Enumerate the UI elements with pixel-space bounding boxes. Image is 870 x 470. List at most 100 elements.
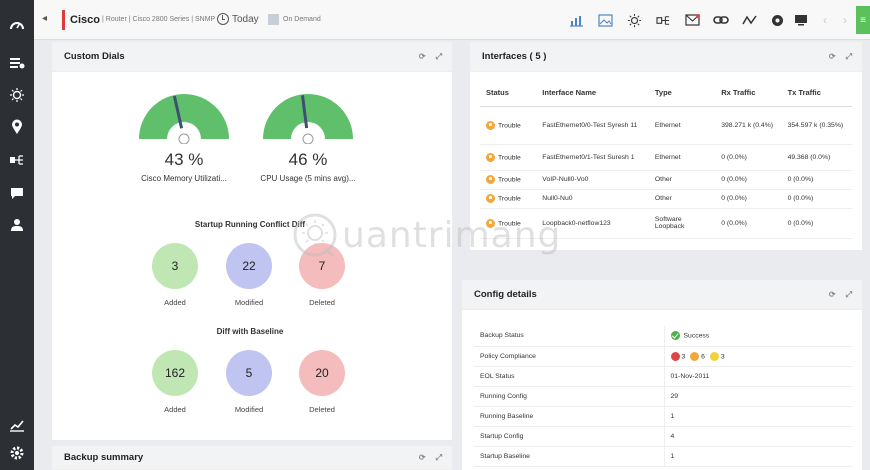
- cpu-dial-value: 46 %: [288, 150, 328, 169]
- globe-icon[interactable]: [769, 12, 785, 28]
- memory-dial-gauge: [139, 94, 229, 144]
- rx-traffic: 0 (0.0%): [715, 189, 782, 209]
- dial-arc: [139, 94, 229, 139]
- tx-traffic: 354.597 k (0.35%): [781, 106, 852, 145]
- table-row[interactable]: Trouble VoIP-Null0-Vo0 Other 0 (0.0%) 0 …: [480, 170, 852, 190]
- table-row: EOL Status 01-Nov-2011: [474, 366, 852, 387]
- on-demand-checkbox[interactable]: [268, 14, 279, 25]
- col-interface-name[interactable]: Interface Name: [536, 80, 649, 107]
- critical-violation-icon: [670, 351, 680, 361]
- rx-traffic: 0 (0.0%): [715, 170, 782, 190]
- table-row: Policy Compliance 3 6 3: [474, 346, 852, 367]
- col-tx-traffic[interactable]: Tx Traffic: [781, 80, 852, 107]
- interface-type: Other: [648, 189, 716, 209]
- alarm-bulb-tool-icon[interactable]: [626, 12, 642, 28]
- reports-chart-icon[interactable]: [5, 415, 29, 435]
- backup-summary-panel: Backup summary ⟳ ⤢: [52, 446, 452, 470]
- watermark-logo-icon: [293, 213, 337, 258]
- running-config-value[interactable]: 29: [664, 386, 852, 407]
- policy-compliance-badges[interactable]: 3 6 3: [664, 346, 852, 367]
- col-rx-traffic[interactable]: Rx Traffic: [715, 80, 782, 107]
- device-breadcrumb: | Router | Cisco 2800 Series | SNMP: [102, 16, 216, 23]
- baseline-deleted-count[interactable]: 20: [299, 350, 345, 396]
- device-status-bar: [62, 10, 65, 30]
- expand-icon[interactable]: ⤢: [436, 52, 442, 62]
- col-type[interactable]: Type: [648, 80, 716, 107]
- interface-type: Other: [648, 170, 716, 190]
- table-row[interactable]: Trouble FastEthernet0/0-Test Syresh 11 E…: [480, 106, 852, 145]
- policy-compliance-label: Policy Compliance: [474, 346, 665, 367]
- chart-icon[interactable]: [568, 12, 584, 28]
- interfaces-header: Interfaces ( 5 ) ⟳ ⤢: [470, 42, 862, 72]
- startup-added-count[interactable]: 3: [152, 243, 198, 289]
- prev-chevron-icon[interactable]: ‹: [817, 12, 833, 28]
- tx-traffic: 49.368 (0.0%): [781, 144, 852, 171]
- baseline-added-count[interactable]: 162: [152, 350, 198, 396]
- running-baseline-value[interactable]: 1: [664, 406, 852, 427]
- next-chevron-icon[interactable]: ›: [837, 12, 853, 28]
- status-text: Trouble: [498, 176, 521, 184]
- trouble-status-icon: [486, 152, 495, 162]
- interface-name-link[interactable]: Null0-Nu0: [536, 189, 649, 209]
- status-text: Trouble: [498, 121, 521, 129]
- refresh-icon[interactable]: ⟳: [419, 453, 426, 463]
- inventory-list-icon[interactable]: [5, 53, 29, 73]
- dashboard-gauge-icon[interactable]: [5, 14, 29, 34]
- interface-name-link[interactable]: FastEthernet0/0-Test Syresh 11: [536, 106, 649, 145]
- table-row[interactable]: Trouble FastEthernet0/1-Test Suresh 1 Et…: [480, 144, 852, 171]
- minor-count: 3: [720, 352, 725, 360]
- interface-type: Ethernet: [648, 144, 716, 171]
- startup-modified-count[interactable]: 22: [226, 243, 272, 289]
- expand-icon[interactable]: ⤢: [436, 453, 442, 463]
- startup-added-label: Added: [164, 298, 186, 307]
- on-demand-label: On Demand: [283, 16, 321, 23]
- image-snapshot-icon[interactable]: [597, 12, 613, 28]
- interface-name-link[interactable]: VoIP-Null0-Vo0: [536, 170, 649, 190]
- success-check-icon: [670, 331, 680, 341]
- clock-icon: [217, 13, 229, 25]
- alarm-bulb-icon[interactable]: [5, 85, 29, 105]
- interface-name-link[interactable]: FastEthernet0/1-Test Suresh 1: [536, 144, 649, 171]
- refresh-icon[interactable]: ⟳: [829, 290, 836, 300]
- table-row: Startup Baseline 1: [474, 446, 852, 467]
- baseline-modified-count[interactable]: 5: [226, 350, 272, 396]
- monitor-icon[interactable]: [793, 12, 809, 28]
- dial-hub: [302, 133, 314, 144]
- startup-config-value[interactable]: 4: [664, 426, 852, 447]
- baseline-title: Diff with Baseline: [216, 327, 284, 336]
- startup-baseline-label: Startup Baseline: [474, 446, 665, 467]
- network-icon[interactable]: [5, 150, 29, 170]
- settings-gear-icon[interactable]: [5, 443, 29, 463]
- eol-status-value: 01-Nov-2011: [664, 366, 852, 387]
- today-button[interactable]: Today: [232, 14, 259, 25]
- table-row: Running Config 29: [474, 386, 852, 407]
- col-status[interactable]: Status: [480, 80, 537, 107]
- table-row[interactable]: Trouble Null0-Nu0 Other 0 (0.0%) 0 (0.0%…: [480, 189, 852, 209]
- map-pin-icon[interactable]: [5, 117, 29, 137]
- memory-dial-label: Cisco Memory Utilizati...: [141, 174, 227, 183]
- trend-line-icon[interactable]: [742, 12, 758, 28]
- menu-tab[interactable]: ≡: [856, 6, 870, 34]
- expand-icon[interactable]: ⤢: [846, 52, 852, 62]
- table-row: Running Baseline 1: [474, 406, 852, 427]
- status-text: Trouble: [498, 153, 521, 161]
- interface-icon[interactable]: [655, 12, 671, 28]
- cpu-dial-gauge: [263, 94, 353, 144]
- trouble-status-icon: [486, 175, 495, 184]
- backup-status-value: Success: [683, 332, 710, 340]
- refresh-icon[interactable]: ⟳: [419, 52, 426, 62]
- back-arrow-icon[interactable]: ◂: [42, 13, 47, 24]
- refresh-icon[interactable]: ⟳: [829, 52, 836, 62]
- expand-icon[interactable]: ⤢: [846, 290, 852, 300]
- link-icon[interactable]: [713, 12, 729, 28]
- chat-bubble-icon[interactable]: [5, 183, 29, 203]
- user-icon[interactable]: [5, 215, 29, 235]
- running-baseline-label: Running Baseline: [474, 406, 665, 427]
- watermark: uantrimang: [292, 212, 561, 258]
- startup-baseline-value[interactable]: 1: [664, 446, 852, 467]
- baseline-added-label: Added: [164, 405, 186, 414]
- tx-traffic: 0 (0.0%): [781, 208, 852, 239]
- trouble-status-icon: [486, 120, 495, 130]
- email-icon[interactable]: [684, 12, 700, 28]
- memory-dial-value: 43 %: [164, 150, 204, 169]
